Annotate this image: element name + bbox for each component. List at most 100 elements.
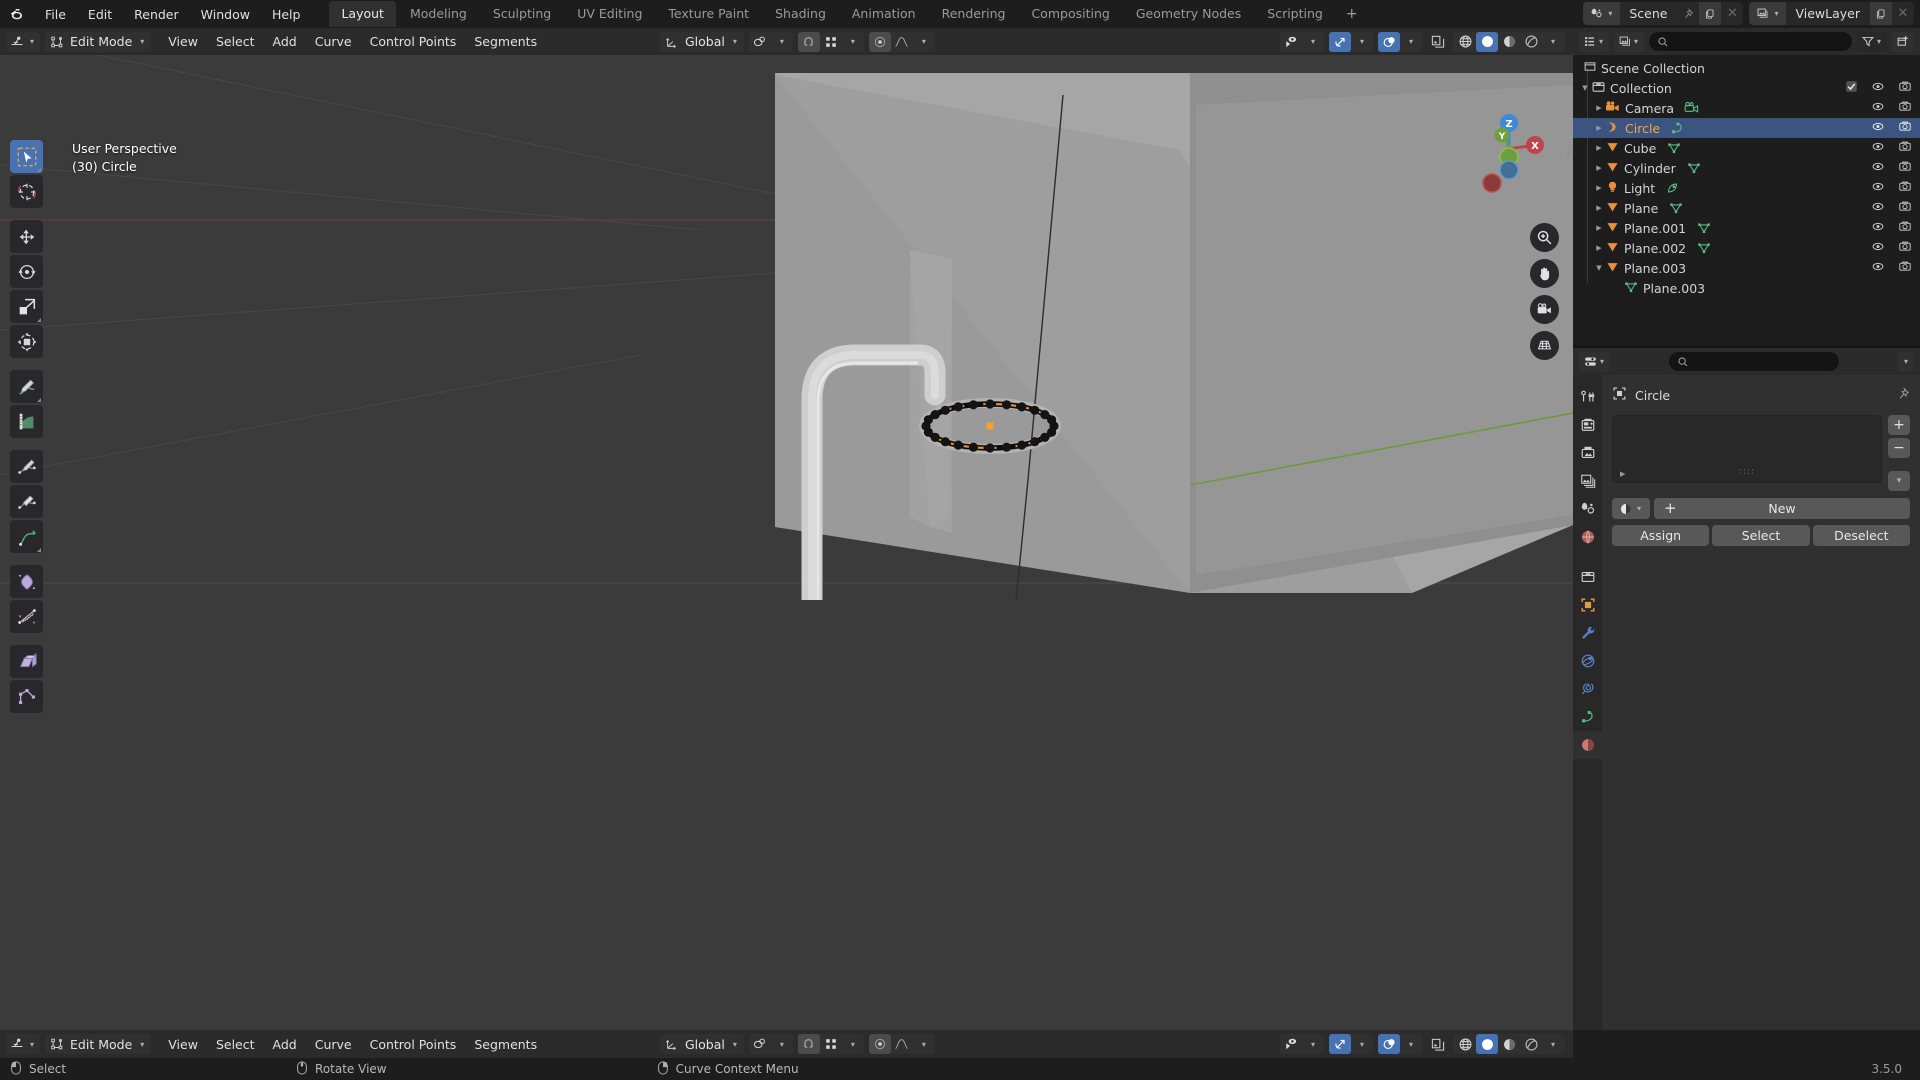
editor-type-selector[interactable]: ▾ — [6, 31, 41, 52]
camera-expand-arrow[interactable]: ▶ — [1593, 104, 1605, 112]
mesh-data-icon[interactable] — [1668, 201, 1684, 215]
outliner-row-circle[interactable]: ▶ Circle — [1573, 118, 1920, 138]
assign-material-button[interactable]: Assign — [1612, 525, 1710, 546]
footer-proportional-editing-icon[interactable] — [868, 1034, 891, 1054]
circle-disable-render-icon[interactable] — [1898, 120, 1912, 136]
menu-edit[interactable]: Edit — [77, 4, 123, 25]
scene-name[interactable]: Scene — [1620, 2, 1677, 25]
plane-001-hide-viewport-eye-icon[interactable] — [1871, 220, 1885, 236]
mesh-data-icon[interactable] — [1696, 221, 1712, 235]
object-types-visibility-dropdown[interactable]: ▾ — [1280, 31, 1324, 52]
menu-window[interactable]: Window — [190, 4, 261, 25]
shading-chevron[interactable]: ▾ — [1542, 32, 1564, 52]
new-view-layer-icon[interactable] — [1870, 2, 1892, 25]
footer-snap-chevron[interactable]: ▾ — [842, 1034, 864, 1054]
footer-gizmo-chevron[interactable]: ▾ — [1351, 1034, 1373, 1054]
properties-tab-collection[interactable] — [1573, 563, 1602, 591]
light-expand-arrow[interactable]: ▶ — [1593, 184, 1605, 192]
vp-menu-segments[interactable]: Segments — [465, 31, 546, 52]
outliner-row-cube[interactable]: ▶ Cube — [1573, 138, 1920, 158]
properties-tab-material[interactable] — [1573, 731, 1602, 759]
shading-wireframe-icon[interactable] — [1454, 32, 1476, 52]
shading-solid-icon[interactable] — [1476, 31, 1498, 52]
footer-shading-solid-icon[interactable] — [1476, 1034, 1498, 1054]
plane-001-expand-arrow[interactable]: ▶ — [1593, 224, 1605, 232]
tool-annotate[interactable] — [10, 370, 43, 403]
outliner-row-scene-collection[interactable]: Scene Collection — [1573, 58, 1920, 78]
properties-tab-view-layer[interactable] — [1573, 467, 1602, 495]
footer-vp-menu-select[interactable]: Select — [207, 1034, 264, 1055]
plane-disable-render-icon[interactable] — [1898, 200, 1912, 216]
footer-editor-type-selector[interactable]: ▾ — [6, 1034, 41, 1054]
footer-vp-menu-segments[interactable]: Segments — [465, 1034, 546, 1055]
properties-tab-render[interactable] — [1573, 411, 1602, 439]
tool-tilt[interactable] — [10, 565, 43, 598]
footer-overlays-icon[interactable] — [1378, 1034, 1400, 1054]
footer-shading-wireframe-icon[interactable] — [1454, 1034, 1476, 1054]
tool-measure[interactable] — [10, 405, 43, 438]
proportional-editing-icon[interactable] — [868, 31, 891, 52]
tab-sculpting[interactable]: Sculpting — [481, 1, 563, 27]
tab-uv-editing[interactable]: UV Editing — [565, 1, 654, 27]
footer-object-types-visibility-dropdown[interactable]: ▾ — [1280, 1034, 1324, 1054]
light-hide-viewport-eye-icon[interactable] — [1871, 180, 1885, 196]
vp-menu-add[interactable]: Add — [264, 31, 306, 52]
tab-layout[interactable]: Layout — [329, 1, 396, 27]
menu-render[interactable]: Render — [123, 4, 190, 25]
mesh-data-icon[interactable] — [1686, 161, 1702, 175]
footer-falloff-chevron[interactable]: ▾ — [913, 1034, 935, 1054]
view-layer-name[interactable]: ViewLayer — [1786, 2, 1870, 25]
plane-002-disable-render-icon[interactable] — [1898, 240, 1912, 256]
tab-scripting[interactable]: Scripting — [1255, 1, 1335, 27]
properties-tab-output[interactable] — [1573, 439, 1602, 467]
outliner-new-collection-icon[interactable] — [1892, 31, 1914, 52]
footer-gizmo-icon[interactable] — [1329, 1034, 1351, 1054]
sidebar-toggle-arrow[interactable]: ‹ — [1566, 147, 1571, 162]
outliner-row-cylinder[interactable]: ▶ Cylinder — [1573, 158, 1920, 178]
toggle-orthographic-icon[interactable] — [1530, 331, 1559, 360]
plane-003-disable-render-icon[interactable] — [1898, 260, 1912, 276]
pin-icon[interactable] — [1896, 386, 1910, 404]
browse-material-button[interactable]: ▾ — [1612, 498, 1650, 519]
properties-tab-modifier[interactable] — [1573, 619, 1602, 647]
plane-002-expand-arrow[interactable]: ▶ — [1593, 244, 1605, 252]
toggle-xray-icon[interactable] — [1427, 32, 1448, 52]
outliner-row-plane-003-mesh-data[interactable]: Plane.003 — [1573, 278, 1920, 298]
collection-expand-arrow[interactable]: ▼ — [1579, 84, 1591, 92]
vp-menu-curve[interactable]: Curve — [306, 31, 361, 52]
tool-move[interactable] — [10, 220, 43, 253]
collection-hide-viewport-eye-icon[interactable] — [1871, 80, 1885, 96]
collection-disable-render-camera-icon[interactable] — [1898, 80, 1912, 96]
collection-checkbox[interactable] — [1845, 80, 1858, 96]
curve-data-icon[interactable] — [1670, 121, 1686, 135]
plane-002-hide-viewport-eye-icon[interactable] — [1871, 240, 1885, 256]
footer-toggle-xray-icon[interactable] — [1427, 1034, 1448, 1054]
cube-disable-render-icon[interactable] — [1898, 140, 1912, 156]
select-material-button[interactable]: Select — [1712, 525, 1810, 546]
magnet-icon[interactable] — [797, 31, 820, 52]
tool-scale[interactable] — [10, 290, 43, 323]
cube-hide-viewport-eye-icon[interactable] — [1871, 140, 1885, 156]
transform-orientation-dropdown[interactable]: Global ▾ — [660, 31, 744, 52]
plane-003-expand-arrow[interactable]: ▼ — [1593, 264, 1605, 272]
plane-003-hide-viewport-eye-icon[interactable] — [1871, 260, 1885, 276]
outliner-row-plane-003[interactable]: ▼ Plane.003 — [1573, 258, 1920, 278]
footer-pivot-chevron[interactable]: ▾ — [771, 1034, 793, 1054]
footer-pivot-icon[interactable] — [749, 1034, 771, 1054]
add-workspace-button[interactable]: + — [1337, 2, 1367, 26]
tool-cursor[interactable] — [10, 175, 43, 208]
properties-tab-object-data[interactable] — [1573, 703, 1602, 731]
shading-rendered-icon[interactable] — [1520, 32, 1542, 52]
vp-menu-select[interactable]: Select — [207, 31, 264, 52]
menu-file[interactable]: File — [34, 4, 77, 25]
new-material-button[interactable]: + New — [1654, 498, 1910, 519]
footer-object-types-visibility-icon[interactable] — [1280, 1034, 1302, 1054]
snap-chevron[interactable]: ▾ — [842, 32, 864, 52]
blender-logo-icon[interactable] — [0, 6, 34, 23]
footer-transform-orientation-dropdown[interactable]: Global ▾ — [660, 1034, 744, 1054]
delete-scene-icon[interactable]: ✕ — [1721, 2, 1743, 25]
properties-tab-constraint[interactable] — [1573, 675, 1602, 703]
overlays-icon[interactable] — [1378, 31, 1400, 52]
pivot-point-dropdown[interactable]: ▾ — [748, 31, 793, 52]
object-types-visibility-icon[interactable] — [1280, 32, 1302, 52]
